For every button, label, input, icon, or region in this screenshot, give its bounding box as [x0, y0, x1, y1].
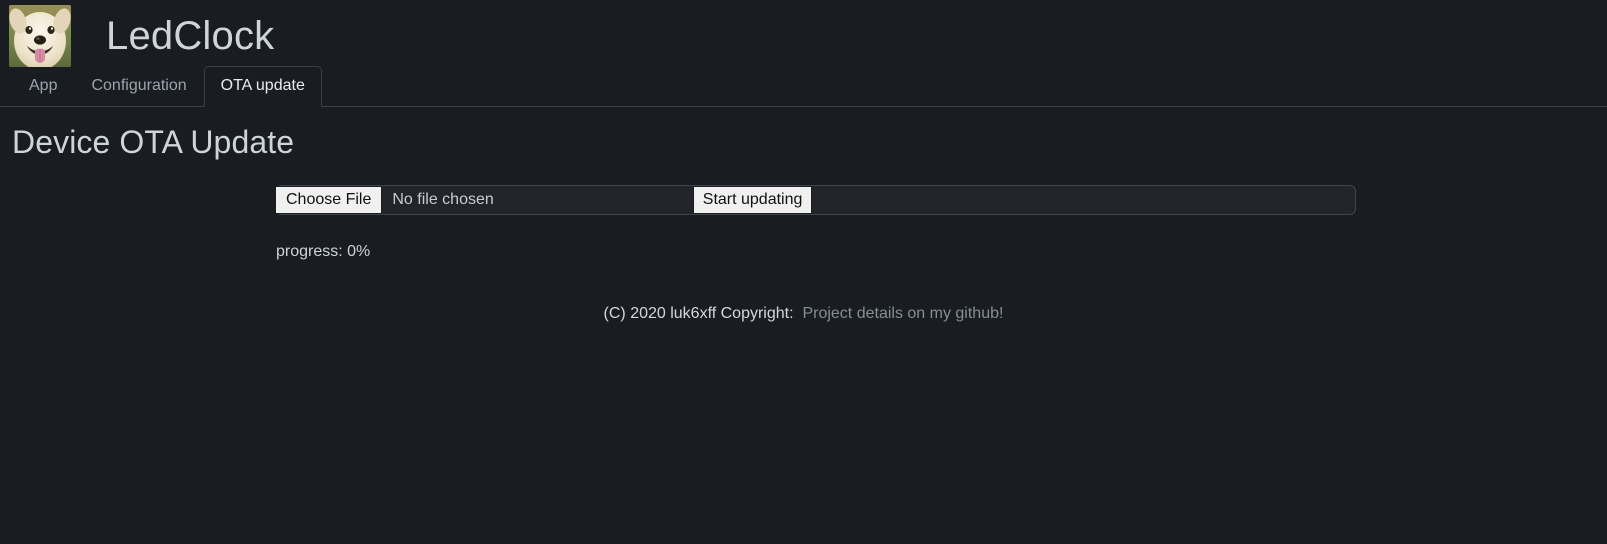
start-updating-button[interactable]: Start updating	[692, 186, 813, 214]
footer-copyright: (C) 2020 luk6xff Copyright:	[603, 305, 794, 322]
tab-app[interactable]: App	[12, 66, 74, 107]
tab-configuration[interactable]: Configuration	[74, 66, 203, 107]
tab-bar: App Configuration OTA update	[0, 66, 1607, 107]
page-header: LedClock	[0, 0, 1607, 68]
tab-ota-update[interactable]: OTA update	[203, 66, 322, 107]
page-title: LedClock	[106, 14, 275, 58]
footer-github-link[interactable]: Project details on my github!	[802, 305, 1003, 322]
file-input[interactable]: Choose File No file chosen	[275, 186, 494, 214]
avatar	[9, 5, 71, 67]
main-content: Device OTA Update Choose File No file ch…	[0, 107, 1607, 323]
progress-status: progress: 0%	[276, 243, 371, 260]
dog-photo-avatar	[9, 5, 71, 67]
upload-form-box: Choose File No file chosen Start updatin…	[275, 185, 1356, 215]
footer: (C) 2020 luk6xff Copyright: Project deta…	[0, 305, 1607, 323]
choose-file-button[interactable]: Choose File	[275, 186, 383, 214]
file-name-label: No file chosen	[392, 191, 494, 208]
upload-section: Choose File No file chosen Start updatin…	[0, 185, 1607, 215]
section-heading: Device OTA Update	[12, 124, 295, 160]
